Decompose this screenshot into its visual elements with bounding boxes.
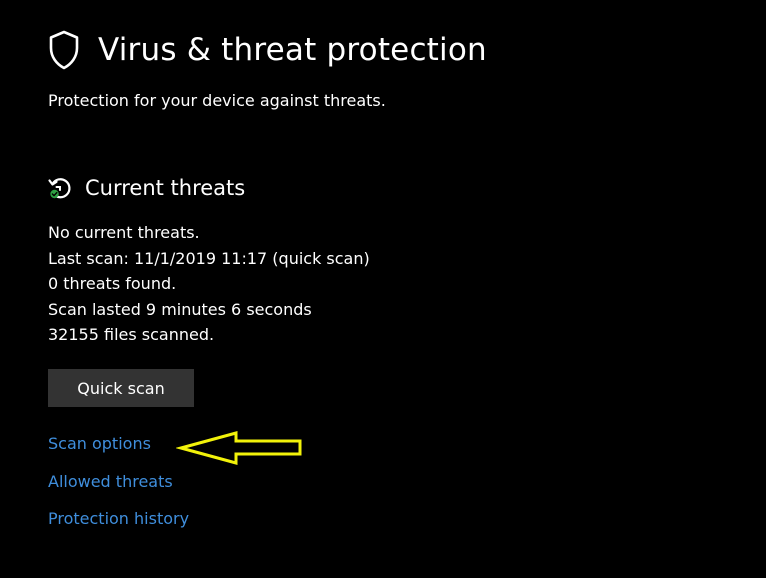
status-files-scanned: 32155 files scanned. — [48, 325, 215, 344]
quick-scan-button[interactable]: Quick scan — [48, 369, 194, 407]
arrow-left-icon — [176, 431, 302, 465]
page-header: Virus & threat protection — [48, 30, 487, 70]
status-no-threats: No current threats. — [48, 223, 200, 242]
scan-status: No current threats. Last scan: 11/1/2019… — [48, 220, 370, 348]
status-threats-found: 0 threats found. — [48, 274, 177, 293]
refresh-check-icon — [48, 178, 71, 199]
shield-icon — [49, 30, 79, 70]
status-scan-duration: Scan lasted 9 minutes 6 seconds — [48, 299, 312, 319]
protection-history-link[interactable]: Protection history — [48, 509, 189, 528]
status-last-scan: Last scan: 11/1/2019 11:17 (quick scan) — [48, 248, 370, 268]
page-subtitle: Protection for your device against threa… — [48, 91, 386, 110]
allowed-threats-link[interactable]: Allowed threats — [48, 472, 173, 491]
page-title: Virus & threat protection — [98, 32, 487, 68]
current-threats-header: Current threats — [47, 175, 245, 201]
current-threats-title: Current threats — [85, 176, 246, 200]
scan-options-link[interactable]: Scan options — [48, 434, 151, 453]
virus-threat-protection-page: Virus & threat protection Protection for… — [0, 0, 766, 578]
